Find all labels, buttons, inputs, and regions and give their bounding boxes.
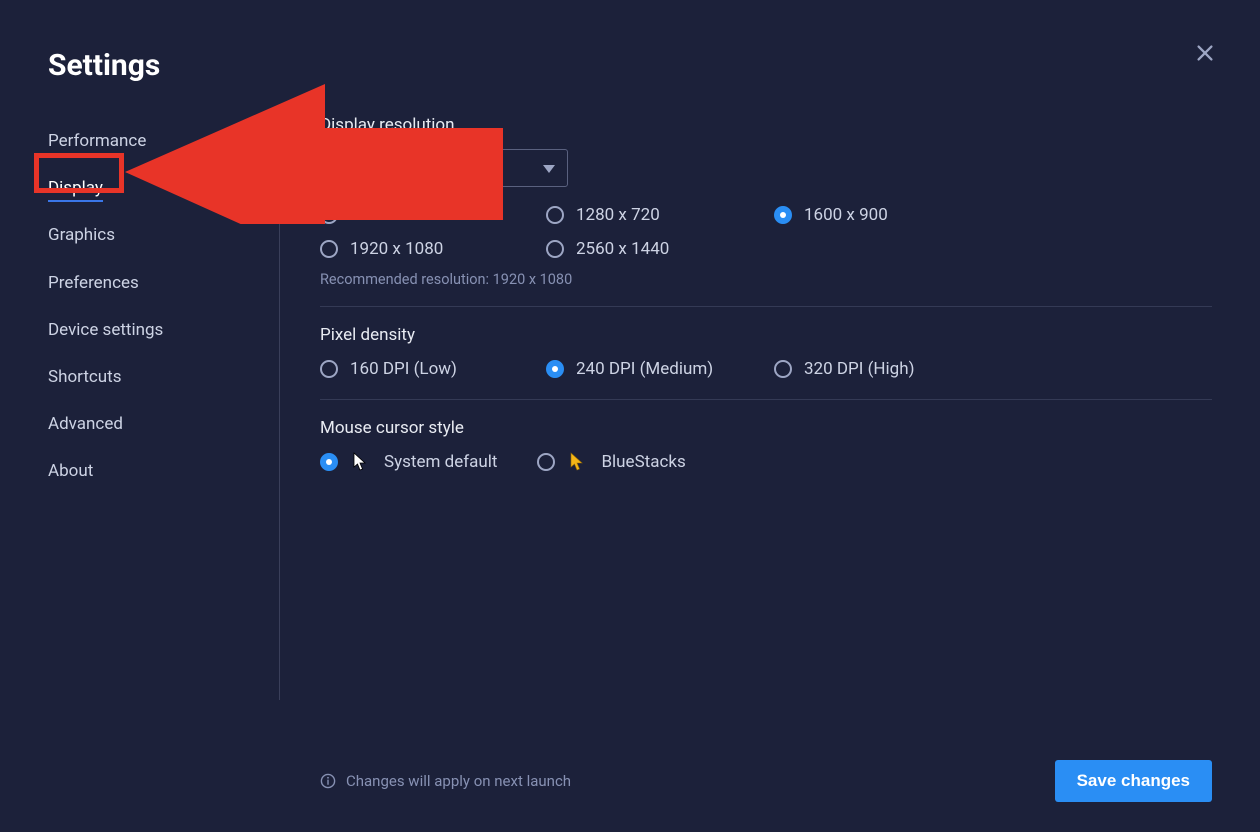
pixel-density-section-title: Pixel density	[320, 325, 1212, 345]
mouse-cursor-row: System default BlueStacks	[320, 452, 1212, 472]
save-changes-button[interactable]: Save changes	[1055, 760, 1212, 802]
sidebar-item-advanced[interactable]: Advanced	[48, 403, 279, 446]
radio-label: 160 DPI (Low)	[350, 359, 457, 379]
radio-label: 1280 x 720	[576, 205, 660, 225]
radio-icon	[774, 360, 792, 378]
sidebar-item-label: Device settings	[48, 320, 163, 340]
sidebar-item-device-settings[interactable]: Device settings	[48, 309, 279, 352]
info-icon	[320, 773, 336, 789]
radio-selected-icon	[774, 206, 792, 224]
radio-icon	[546, 240, 564, 258]
cursor-label: System default	[384, 452, 497, 472]
resolution-section-title: Display resolution	[320, 115, 1212, 135]
close-icon	[1194, 42, 1216, 64]
page-title: Settings	[48, 48, 160, 83]
radio-icon	[546, 206, 564, 224]
sidebar-item-label: Preferences	[48, 273, 139, 293]
radio-icon	[320, 240, 338, 258]
footer-notice-text: Changes will apply on next launch	[346, 772, 571, 790]
section-divider	[320, 306, 1212, 307]
radio-label: 2560 x 1440	[576, 239, 669, 259]
radio-selected-icon	[546, 360, 564, 378]
cursor-option-bluestacks[interactable]: BlueStacks	[537, 452, 685, 472]
sidebar-item-label: Display	[48, 178, 103, 202]
mouse-cursor-section-title: Mouse cursor style	[320, 418, 1212, 438]
bluestacks-cursor-icon	[569, 452, 587, 472]
radio-label: 240 DPI (Medium)	[576, 359, 713, 379]
sidebar-item-label: About	[48, 461, 93, 481]
sidebar-item-label: Advanced	[48, 414, 123, 434]
system-cursor-icon	[352, 452, 370, 472]
sidebar-item-about[interactable]: About	[48, 450, 279, 493]
sidebar-item-display[interactable]: Display	[48, 167, 279, 210]
settings-footer: Changes will apply on next launch Save c…	[320, 760, 1212, 802]
settings-content: Display resolution 960 x 540 1920 x 1080…	[320, 115, 1212, 472]
cursor-option-system[interactable]: System default	[320, 452, 497, 472]
radio-label: 1920 x 1080	[350, 239, 443, 259]
dpi-option-320[interactable]: 320 DPI (High)	[774, 359, 994, 379]
radio-icon	[320, 206, 338, 224]
radio-label: 1600 x 900	[804, 205, 888, 225]
sidebar-item-graphics[interactable]: Graphics	[48, 214, 279, 257]
settings-sidebar: Performance Display Graphics Preferences…	[48, 120, 280, 700]
sidebar-item-label: Graphics	[48, 225, 115, 245]
section-divider	[320, 399, 1212, 400]
sidebar-item-label: Performance	[48, 131, 146, 151]
resolution-radio-grid: 960 x 540 1920 x 1080 1280 x 720 2560 x …	[320, 205, 1212, 259]
footer-notice: Changes will apply on next launch	[320, 772, 571, 790]
resolution-option-1920x1080[interactable]: 1920 x 1080	[320, 239, 546, 259]
radio-icon	[320, 360, 338, 378]
resolution-recommended-hint: Recommended resolution: 1920 x 1080	[320, 271, 1212, 288]
radio-label: 960 x 540	[350, 205, 424, 225]
close-button[interactable]	[1194, 42, 1224, 72]
resolution-option-2560x1440[interactable]: 2560 x 1440	[546, 239, 774, 259]
chevron-down-icon	[543, 159, 555, 177]
dpi-option-160[interactable]: 160 DPI (Low)	[320, 359, 546, 379]
radio-label: 320 DPI (High)	[804, 359, 915, 379]
dpi-option-240[interactable]: 240 DPI (Medium)	[546, 359, 774, 379]
sidebar-item-preferences[interactable]: Preferences	[48, 262, 279, 305]
resolution-option-1600x900[interactable]: 1600 x 900	[774, 205, 994, 225]
sidebar-item-label: Shortcuts	[48, 367, 122, 387]
resolution-dropdown[interactable]	[320, 149, 568, 187]
pixel-density-radio-row: 160 DPI (Low) 240 DPI (Medium) 320 DPI (…	[320, 359, 1212, 379]
radio-selected-icon	[320, 453, 338, 471]
cursor-label: BlueStacks	[601, 452, 685, 472]
sidebar-item-performance[interactable]: Performance	[48, 120, 279, 163]
sidebar-item-shortcuts[interactable]: Shortcuts	[48, 356, 279, 399]
resolution-option-1280x720[interactable]: 1280 x 720	[546, 205, 774, 225]
resolution-option-960x540[interactable]: 960 x 540	[320, 205, 546, 225]
radio-icon	[537, 453, 555, 471]
